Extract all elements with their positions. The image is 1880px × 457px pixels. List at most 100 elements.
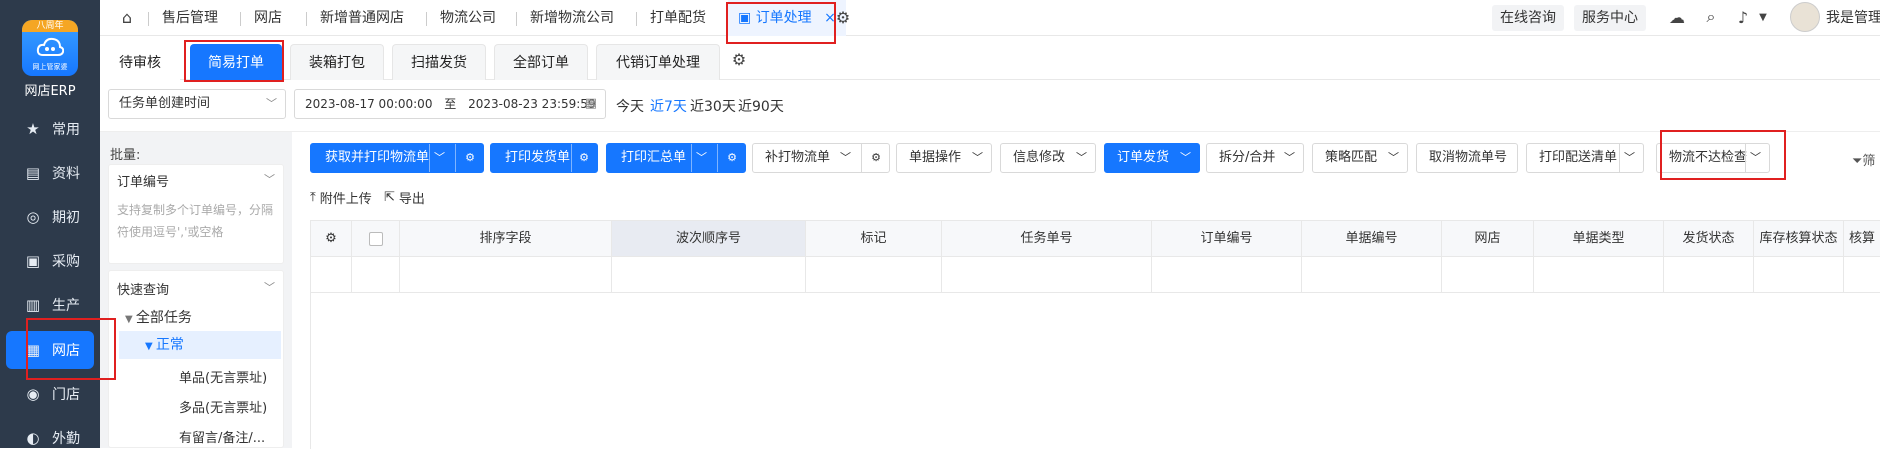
tab-new-normal-shop[interactable]: 新增普通网店 bbox=[306, 0, 404, 36]
cloud-logo-icon bbox=[36, 37, 64, 56]
export-link[interactable]: ⇱ 导出 bbox=[384, 188, 425, 207]
sidebar-item-field[interactable]: ◐ 外勤 bbox=[6, 419, 94, 457]
column-mark[interactable]: 标记 bbox=[806, 221, 942, 257]
info-edit-button[interactable]: 信息修改 ﹀ bbox=[1000, 143, 1096, 173]
logistics-check-button[interactable]: 物流不达检查 ﹀ bbox=[1656, 143, 1770, 173]
chevron-down-icon: ﹀ bbox=[1388, 151, 1399, 164]
home-icon[interactable]: ⌂ bbox=[116, 6, 138, 28]
avatar[interactable] bbox=[1790, 2, 1820, 32]
order-ship-button[interactable]: 订单发货 ﹀ bbox=[1104, 143, 1200, 173]
tree-item-all-tasks[interactable]: ▼ 全部任务 bbox=[125, 307, 192, 327]
chevron-down-icon: ﹀ bbox=[1624, 151, 1635, 164]
strategy-match-button[interactable]: 策略匹配 ﹀ bbox=[1312, 143, 1408, 173]
tree-item-remark[interactable]: 有留言/备注/... bbox=[179, 427, 265, 446]
calendar-icon: ▦ bbox=[584, 96, 597, 111]
upload-icon: ⤒ bbox=[310, 190, 316, 205]
print-summary-button[interactable]: 打印汇总单 ﹀ ⚙ bbox=[606, 143, 746, 173]
tab-shop[interactable]: 网店 bbox=[240, 0, 282, 36]
column-sort-field[interactable]: 排序字段 bbox=[400, 221, 612, 257]
quick-90days[interactable]: 近90天 bbox=[738, 96, 784, 116]
chevron-down-icon[interactable]: ﹀ bbox=[264, 279, 275, 295]
gear-icon[interactable]: ⚙ bbox=[832, 6, 854, 28]
document-ops-button[interactable]: 单据操作 ﹀ bbox=[896, 143, 992, 173]
cloud-download-icon[interactable]: ☁ bbox=[1666, 6, 1688, 28]
chevron-down-icon: ﹀ bbox=[1284, 151, 1295, 164]
table-cell bbox=[1302, 257, 1442, 293]
bell-icon[interactable]: ♪ bbox=[1732, 6, 1754, 28]
cancel-logistics-button[interactable]: 取消物流单号 bbox=[1416, 143, 1518, 173]
chevron-down-icon: ﹀ bbox=[840, 151, 851, 164]
search-icon[interactable]: ⌕ bbox=[1700, 6, 1722, 28]
print-delivery-button[interactable]: 打印发货单 ⚙ bbox=[490, 143, 598, 173]
user-name[interactable]: 我是管理 bbox=[1826, 0, 1880, 36]
column-ship-status[interactable]: 发货状态 bbox=[1664, 221, 1754, 257]
gear-icon[interactable]: ⚙ bbox=[728, 48, 750, 70]
column-shop[interactable]: 网店 bbox=[1442, 221, 1534, 257]
order-number-select[interactable]: 订单编号 bbox=[117, 171, 169, 190]
column-doc-type[interactable]: 单据类型 bbox=[1534, 221, 1664, 257]
quick-7days[interactable]: 近7天 bbox=[650, 96, 687, 116]
chevron-down-icon: ﹀ bbox=[1076, 151, 1087, 164]
order-number-input[interactable]: 支持复制多个订单编号，分隔符使用逗号','或空格 bbox=[117, 199, 277, 243]
table-cell bbox=[942, 257, 1152, 293]
time-type-select[interactable]: 任务单创建时间 ﹀ bbox=[108, 89, 286, 119]
subtab-scan-ship[interactable]: 扫描发货 bbox=[392, 44, 486, 80]
logo-subtitle: 网上管家婆 bbox=[32, 63, 68, 71]
chevron-down-icon: ﹀ bbox=[1180, 151, 1191, 164]
tab-after-sales[interactable]: 售后管理 bbox=[148, 0, 218, 36]
get-print-logistics-button[interactable]: 获取并打印物流单 ﹀ ⚙ bbox=[310, 143, 484, 173]
location-icon: ◉ bbox=[26, 385, 40, 403]
field-icon: ◐ bbox=[26, 429, 40, 447]
online-consult-button[interactable]: 在线咨询 bbox=[1492, 5, 1564, 31]
chevron-down-icon: ﹀ bbox=[1750, 151, 1761, 164]
chevron-down-icon[interactable]: ﹀ bbox=[264, 171, 275, 187]
print-delivery-list-button[interactable]: 打印配送清单 ﹀ bbox=[1526, 143, 1644, 173]
brand-name: 网店ERP bbox=[24, 84, 76, 99]
sidebar-item-common[interactable]: ★ 常用 bbox=[6, 110, 94, 148]
tree-item-normal[interactable]: ▼ 正常 bbox=[119, 331, 281, 359]
tab-order-processing[interactable]: ▣ 订单处理 × bbox=[728, 0, 846, 36]
sidebar-item-shop[interactable]: ▦ 网店 bbox=[6, 331, 94, 369]
tab-new-logistics-company[interactable]: 新增物流公司 bbox=[516, 0, 614, 36]
table-cell bbox=[352, 257, 400, 293]
date-range-input[interactable]: 2023-08-17 00:00:00 至 2023-08-23 23:59:5… bbox=[294, 89, 606, 119]
column-accounting[interactable]: 核算 bbox=[1844, 221, 1880, 257]
table-empty-body bbox=[310, 293, 1880, 449]
tree-item-multi[interactable]: 多品(无言票址) bbox=[179, 397, 267, 416]
gear-icon: ⚙ bbox=[465, 151, 475, 164]
subtab-packing[interactable]: 装箱打包 bbox=[290, 44, 384, 80]
chevron-down-icon[interactable]: ▼ bbox=[1752, 6, 1774, 28]
select-all-checkbox[interactable] bbox=[352, 221, 400, 257]
logo-anniversary-badge: 八周年 bbox=[22, 20, 78, 32]
quick-today[interactable]: 今天 bbox=[616, 96, 644, 116]
column-doc-no[interactable]: 单据编号 bbox=[1302, 221, 1442, 257]
shop-icon: ▦ bbox=[25, 341, 41, 359]
quick-30days[interactable]: 近30天 bbox=[690, 96, 736, 116]
subtab-all-orders[interactable]: 全部订单 bbox=[494, 44, 588, 80]
sidebar-item-production[interactable]: ▥ 生产 bbox=[6, 286, 94, 324]
sidebar-item-data[interactable]: ▤ 资料 bbox=[6, 154, 94, 192]
service-center-button[interactable]: 服务中心 bbox=[1574, 5, 1646, 31]
subtab-consign-orders[interactable]: 代销订单处理 bbox=[596, 44, 720, 80]
tab-logistics-company[interactable]: 物流公司 bbox=[426, 0, 496, 36]
column-order-no[interactable]: 订单编号 bbox=[1152, 221, 1302, 257]
subtab-pending-review[interactable]: 待审核 bbox=[100, 44, 180, 80]
tree-item-single[interactable]: 单品(无言票址) bbox=[179, 367, 267, 386]
sidebar-item-store[interactable]: ◉ 门店 bbox=[6, 375, 94, 413]
app-logo[interactable]: 八周年 网上管家婆 bbox=[22, 20, 78, 76]
column-wave-seq[interactable]: 波次顺序号 bbox=[612, 221, 806, 257]
column-task-no[interactable]: 任务单号 bbox=[942, 221, 1152, 257]
sidebar-item-purchase[interactable]: ▣ 采购 bbox=[6, 242, 94, 280]
table-cell bbox=[400, 257, 612, 293]
split-merge-button[interactable]: 拆分/合并 ﹀ bbox=[1206, 143, 1304, 173]
filter-toggle[interactable]: ⏷筛 bbox=[1852, 150, 1875, 169]
sidebar-item-initial[interactable]: ◎ 期初 bbox=[6, 198, 94, 236]
upload-attachment-link[interactable]: ⤒ 附件上传 bbox=[310, 188, 372, 207]
tab-print-picking[interactable]: 打单配货 bbox=[636, 0, 706, 36]
chevron-down-icon: ﹀ bbox=[266, 97, 277, 110]
gear-icon: ⚙ bbox=[579, 151, 589, 164]
column-stock-status[interactable]: 库存核算状态 bbox=[1754, 221, 1844, 257]
reprint-logistics-button[interactable]: 补打物流单 ﹀ ⚙ bbox=[752, 143, 890, 173]
column-settings[interactable]: ⚙ bbox=[310, 221, 352, 257]
subtab-simple-print[interactable]: 简易打单 bbox=[190, 44, 282, 80]
